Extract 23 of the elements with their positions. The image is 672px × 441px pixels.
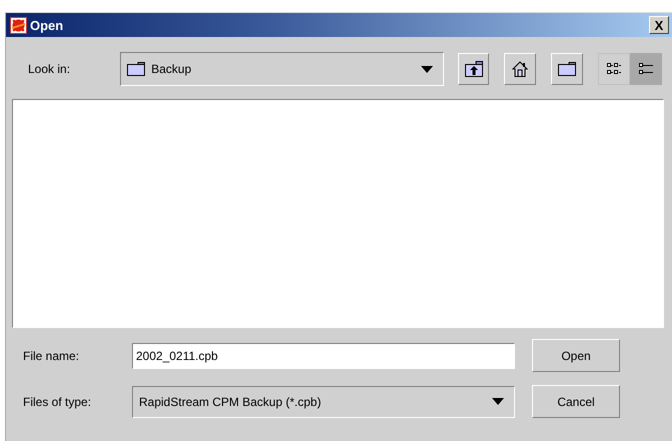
- details-view-button[interactable]: [630, 53, 662, 85]
- list-view-button[interactable]: [598, 53, 630, 85]
- app-icon: [10, 16, 27, 34]
- file-type-label: Files of type:: [23, 394, 92, 408]
- file-name-field[interactable]: 2002_0211.cpb: [132, 342, 515, 368]
- dropdown-arrow-icon: [492, 398, 504, 405]
- file-name-label: File name:: [23, 348, 80, 362]
- folder-icon: [127, 62, 146, 76]
- details-view-icon: [638, 62, 654, 76]
- window-title: Open: [30, 18, 64, 32]
- new-folder-button[interactable]: [551, 53, 583, 85]
- open-button[interactable]: Open: [532, 339, 620, 372]
- file-type-dropdown[interactable]: RapidStream CPM Backup (*.cpb): [132, 386, 515, 418]
- cancel-button[interactable]: Cancel: [532, 385, 620, 418]
- folder-icon: [558, 62, 576, 76]
- dropdown-arrow-icon: [420, 66, 433, 72]
- look-in-dropdown[interactable]: Backup: [120, 52, 444, 86]
- list-view-icon: [606, 62, 622, 76]
- close-button[interactable]: X: [649, 16, 669, 34]
- home-icon: [512, 61, 528, 77]
- home-button[interactable]: [504, 53, 536, 85]
- up-folder-button[interactable]: [458, 53, 490, 85]
- look-in-label: Look in:: [28, 62, 72, 76]
